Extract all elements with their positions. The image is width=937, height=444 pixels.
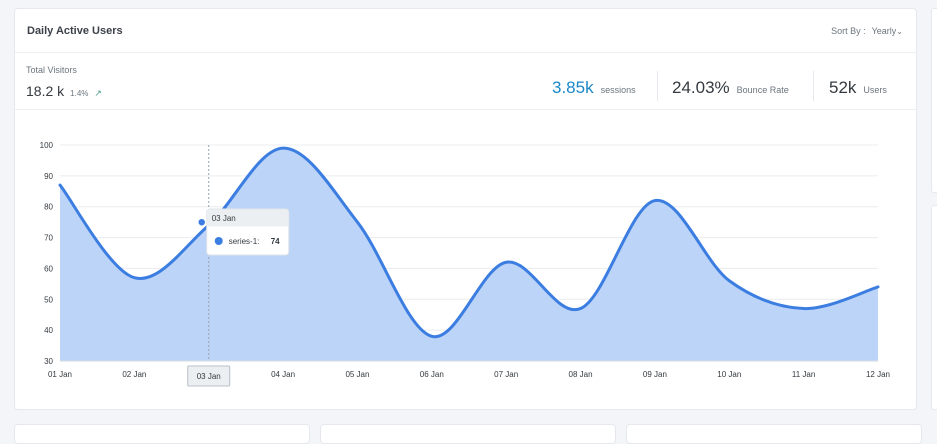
sessions-label: sessions (600, 85, 636, 95)
total-visitors-row: 18.2 k 1.4% ↗ (26, 83, 102, 99)
bounce-rate-value: 24.03% (672, 78, 730, 97)
y-tick-label: 80 (44, 203, 53, 212)
y-tick-label: 40 (44, 326, 53, 335)
x-tick-label: 07 Jan (494, 370, 518, 379)
bounce-rate-label: Bounce Rate (736, 85, 789, 95)
bottom-card (14, 424, 310, 444)
users-metric: 52k Users (829, 78, 887, 98)
x-tick-label: 12 Jan (866, 370, 890, 379)
x-tick-label: 08 Jan (569, 370, 593, 379)
tooltip-series-marker (214, 237, 223, 245)
chevron-down-icon: ⌄ (896, 26, 903, 36)
x-tick-label: 04 Jan (271, 370, 295, 379)
users-value: 52k (829, 78, 857, 97)
y-tick-label: 100 (40, 141, 54, 150)
x-tick-label: 11 Jan (792, 370, 815, 379)
sort-control: Sort By : Yearly⌄ (831, 26, 903, 36)
stats-bar: Total Visitors 18.2 k 1.4% ↗ 3.85k sessi… (15, 53, 916, 110)
x-tick-label: 02 Jan (122, 370, 146, 379)
y-tick-label: 50 (44, 295, 53, 304)
total-visitors-label: Total Visitors (26, 65, 77, 75)
sessions-value: 3.85k (552, 78, 594, 97)
bounce-rate-metric: 24.03% Bounce Rate (672, 78, 789, 98)
sort-label: Sort By : (831, 25, 866, 36)
crosshair-x-label: 03 Jan (197, 372, 221, 381)
sort-dropdown[interactable]: Yearly⌄ (872, 26, 903, 36)
arrow-up-right-icon: ↗ (94, 88, 102, 98)
area-chart[interactable]: 30 40 50 60 70 80 90 100 01 Jan 02 Jan 04 Jan 05 Ja… (15, 109, 917, 409)
x-tick-label: 10 Jan (717, 370, 741, 379)
tooltip-value: 74 (271, 237, 280, 246)
x-tick-label: 09 Jan (643, 370, 667, 379)
stats-divider (657, 71, 658, 101)
sessions-metric: 3.85k sessions (552, 78, 636, 98)
total-visitors-value: 18.2 k (26, 83, 65, 99)
tooltip-title: 03 Jan (212, 214, 236, 223)
card-title: Daily Active Users (27, 24, 123, 37)
y-tick-label: 30 (44, 357, 53, 366)
y-tick-label: 60 (44, 264, 53, 273)
users-label: Users (863, 85, 887, 95)
x-tick-label: 01 Jan (48, 370, 72, 379)
side-card-edge (931, 205, 937, 410)
sort-value: Yearly (871, 25, 897, 36)
x-tick-label: 05 Jan (345, 370, 369, 379)
total-visitors-change: 1.4% (70, 89, 89, 98)
y-tick-label: 70 (44, 234, 53, 243)
bottom-card (320, 424, 616, 444)
series-area (60, 148, 878, 361)
y-tick-label: 90 (44, 172, 53, 181)
stats-divider (813, 71, 814, 101)
side-card-edge (931, 8, 937, 193)
tooltip-point-marker (196, 217, 207, 227)
daily-active-users-card: Daily Active Users Sort By : Yearly⌄ Tot… (14, 8, 917, 410)
tooltip-series-label: series-1: (229, 237, 260, 246)
bottom-card (626, 424, 922, 444)
card-header: Daily Active Users Sort By : Yearly⌄ (15, 9, 916, 53)
x-tick-label: 06 Jan (420, 370, 444, 379)
